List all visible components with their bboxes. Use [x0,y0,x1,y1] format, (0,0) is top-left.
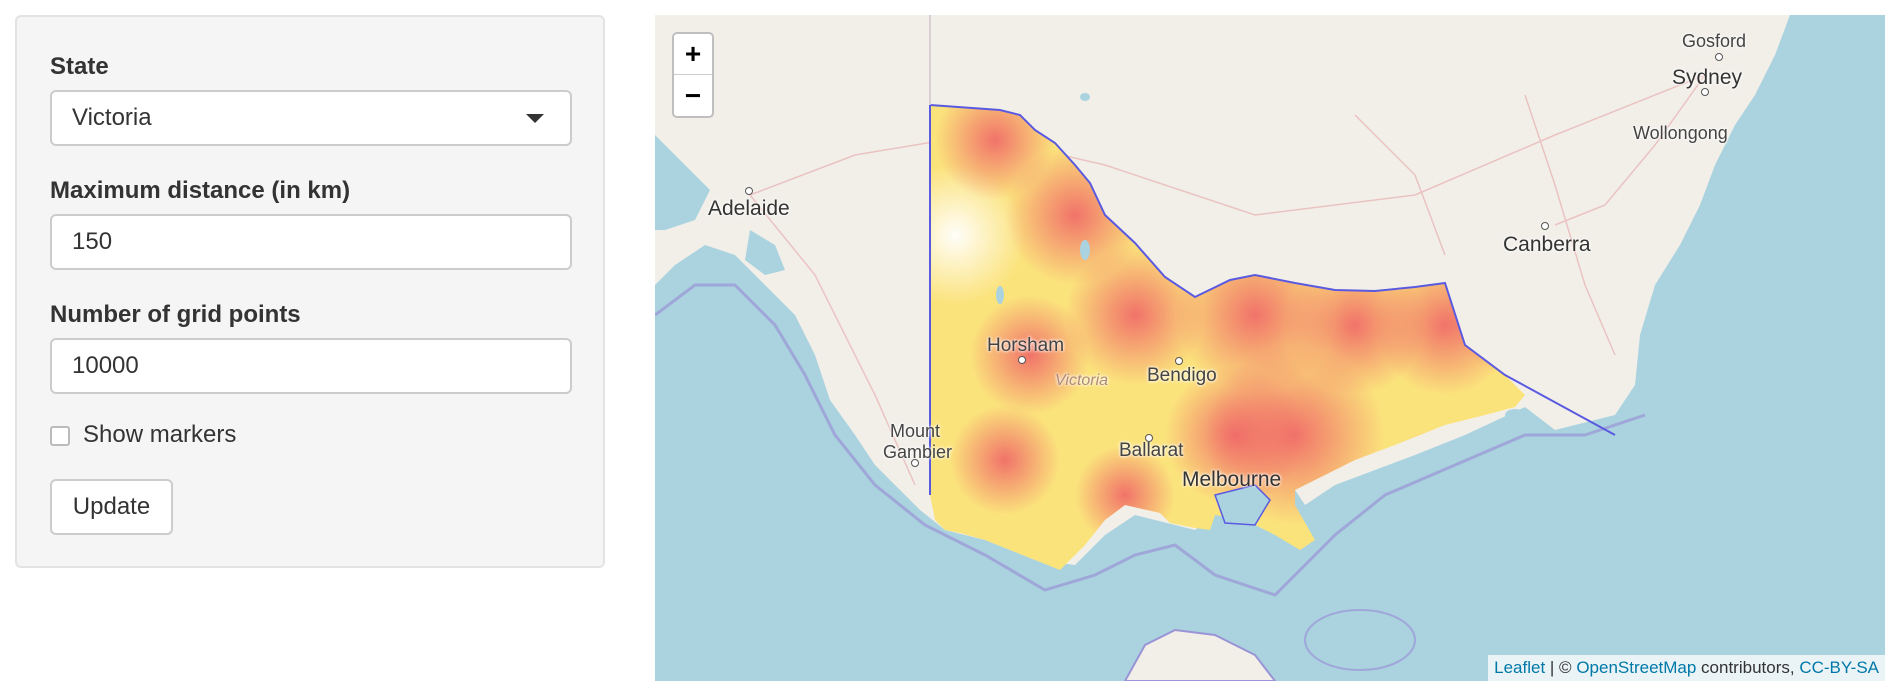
map-label-ballarat: Ballarat [1119,440,1184,461]
grid-points-input-value: 10000 [72,352,139,379]
distance-input-value: 150 [72,228,113,255]
state-select-value: Victoria [72,104,152,131]
license-link[interactable]: CC-BY-SA [1799,658,1879,677]
map-label-canberra: Canberra [1503,233,1591,256]
show-markers-label: Show markers [83,421,237,448]
zoom-control: + − [672,32,714,118]
show-markers-checkbox[interactable] [50,426,70,446]
map-label-bendigo: Bendigo [1147,365,1217,386]
state-label: State [50,53,109,80]
zoom-out-button[interactable]: − [674,75,712,116]
city-dot-adelaide [745,187,753,195]
leaflet-link[interactable]: Leaflet [1494,658,1545,677]
distance-label: Maximum distance (in km) [50,177,351,204]
map-attribution: Leaflet | © OpenStreetMap contributors, … [1488,655,1885,681]
update-button[interactable]: Update [50,479,173,535]
state-select[interactable]: Victoria [50,90,572,146]
osm-link[interactable]: OpenStreetMap [1576,658,1696,677]
sidebar-panel: State Victoria Maximum distance (in km) … [15,15,605,568]
map-label-horsham: Horsham [987,335,1065,356]
map-tiles [655,15,1885,681]
map-label-wollongong: Wollongong [1633,123,1728,143]
city-dot-sydney [1701,88,1709,96]
distance-input[interactable]: 150 [50,214,572,270]
chevron-down-icon [526,114,544,123]
city-dot-horsham [1018,356,1026,364]
map-view[interactable]: + − Gosford Sydney Wollongong Adelaide C… [655,15,1885,681]
attribution-contributors: contributors, [1696,658,1800,677]
zoom-in-button[interactable]: + [674,34,712,75]
grid-points-label: Number of grid points [50,301,301,328]
city-dot-mount-gambier [911,459,919,467]
map-label-sydney: Sydney [1672,66,1743,89]
map-label-gosford: Gosford [1682,31,1747,51]
city-dot-gosford [1715,53,1723,61]
map-label-mount: Mount [890,421,941,441]
city-dot-bendigo [1175,357,1183,365]
grid-points-input[interactable]: 10000 [50,338,572,394]
map-label-melbourne: Melbourne [1182,468,1282,491]
city-dot-canberra [1541,222,1549,230]
map-label-adelaide: Adelaide [708,197,790,220]
attribution-separator: | © [1545,658,1577,677]
city-dot-ballarat [1145,434,1153,442]
map-label-victoria: Victoria [1055,372,1109,389]
